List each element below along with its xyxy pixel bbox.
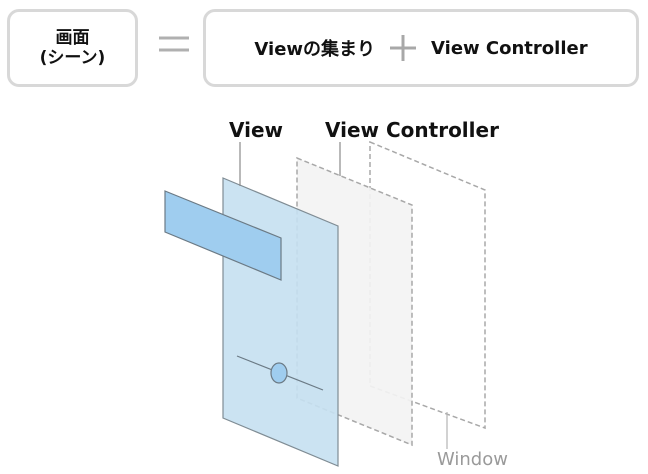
- layer-diagram: [164, 140, 486, 467]
- slider-knob: [270, 362, 288, 384]
